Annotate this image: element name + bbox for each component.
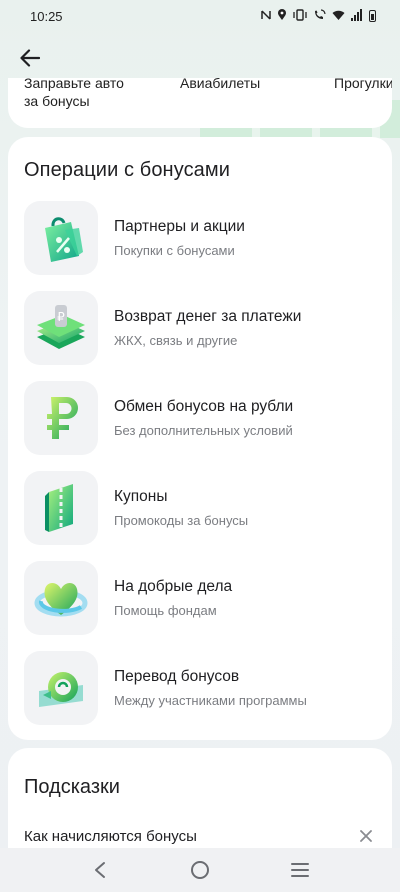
svg-text:₽: ₽ (57, 310, 65, 324)
wifi-icon (332, 9, 345, 24)
operation-partners-tile (24, 201, 98, 275)
operation-charity-tile (24, 561, 98, 635)
status-time: 10:25 (30, 8, 63, 24)
top-card-item-flights-label: Авиабилеты (180, 78, 261, 91)
operation-cashback-title: Возврат денег за платежи (114, 308, 302, 325)
operation-charity-title: На добрые дела (114, 578, 233, 595)
app-bar (0, 38, 400, 78)
operations-title: Операции с бонусами (24, 159, 231, 181)
home-nav-icon (191, 861, 209, 879)
operation-charity-subtitle: Помощь фондам (114, 603, 217, 618)
operation-cashback-tile: ₽ (24, 291, 98, 365)
wifi-call-icon (313, 8, 326, 24)
nav-back-button[interactable] (80, 850, 120, 890)
recents-nav-icon (291, 863, 309, 877)
signal-icon (351, 8, 363, 24)
back-button[interactable] (14, 42, 46, 74)
operation-cashback[interactable]: ₽ Возврат денег за платежи ЖКХ, связь и … (24, 291, 376, 365)
operation-transfer-subtitle: Между участниками программы (114, 693, 307, 708)
coupon-icon (45, 484, 73, 532)
nav-home-button[interactable] (180, 850, 220, 890)
operations-card: Операции с бонусами Партнеры и акции Пок… (8, 137, 392, 740)
top-card: Заправьте авто за бонусы Авиабилеты Прог… (8, 78, 392, 128)
ruble-stack-icon: ₽ (37, 305, 85, 349)
nfc-icon (261, 9, 271, 24)
shopping-bag-percent-icon (45, 217, 83, 262)
arrow-left-icon (20, 49, 40, 67)
operation-exchange-title: Обмен бонусов на рубли (114, 398, 294, 415)
operation-exchange-subtitle: Без дополнительных условий (114, 423, 293, 438)
operation-exchange[interactable]: Обмен бонусов на рубли Без дополнительны… (24, 381, 376, 455)
close-icon[interactable] (356, 826, 376, 846)
operation-transfer-title: Перевод бонусов (114, 668, 240, 685)
hints-title: Подсказки (24, 776, 120, 798)
hint-item[interactable]: Как начисляются бонусы (24, 824, 376, 848)
operation-coupons[interactable]: Купоны Промокоды за бонусы (24, 471, 376, 545)
operation-transfer-tile (24, 651, 98, 725)
heart-icon (34, 583, 88, 617)
operation-partners[interactable]: Партнеры и акции Покупки с бонусами (24, 201, 376, 275)
top-card-item-flights[interactable]: Авиабилеты (180, 78, 260, 92)
operation-partners-subtitle: Покупки с бонусами (114, 243, 235, 258)
operation-partners-title: Партнеры и акции (114, 218, 245, 235)
vibrate-icon (293, 8, 307, 24)
transfer-icon (39, 672, 83, 707)
operation-coupons-subtitle: Промокоды за бонусы (114, 513, 249, 528)
nav-recents-button[interactable] (280, 850, 320, 890)
operation-coupons-tile (24, 471, 98, 545)
status-bar: 10:25 (0, 0, 400, 32)
top-card-item-walks[interactable]: Прогулки (334, 78, 392, 92)
ruble-icon (47, 397, 78, 439)
top-card-item-fuel-line2: за бонусы (24, 93, 90, 109)
top-card-item-fuel[interactable]: Заправьте авто за бонусы (24, 78, 124, 110)
hint-item-text: Как начисляются бонусы (24, 827, 197, 845)
top-card-item-walks-label: Прогулки (334, 78, 392, 91)
operation-coupons-title: Купоны (114, 488, 168, 505)
system-nav-bar (0, 848, 400, 892)
operation-exchange-tile (24, 381, 98, 455)
operation-transfer[interactable]: Перевод бонусов Между участниками програ… (24, 651, 376, 725)
top-card-item-fuel-line1: Заправьте авто (24, 78, 124, 91)
battery-icon (369, 10, 376, 22)
operation-charity[interactable]: На добрые дела Помощь фондам (24, 561, 376, 635)
status-icons (261, 8, 376, 24)
operation-cashback-subtitle: ЖКХ, связь и другие (114, 333, 238, 348)
back-nav-icon (95, 862, 105, 878)
location-icon (277, 8, 287, 24)
